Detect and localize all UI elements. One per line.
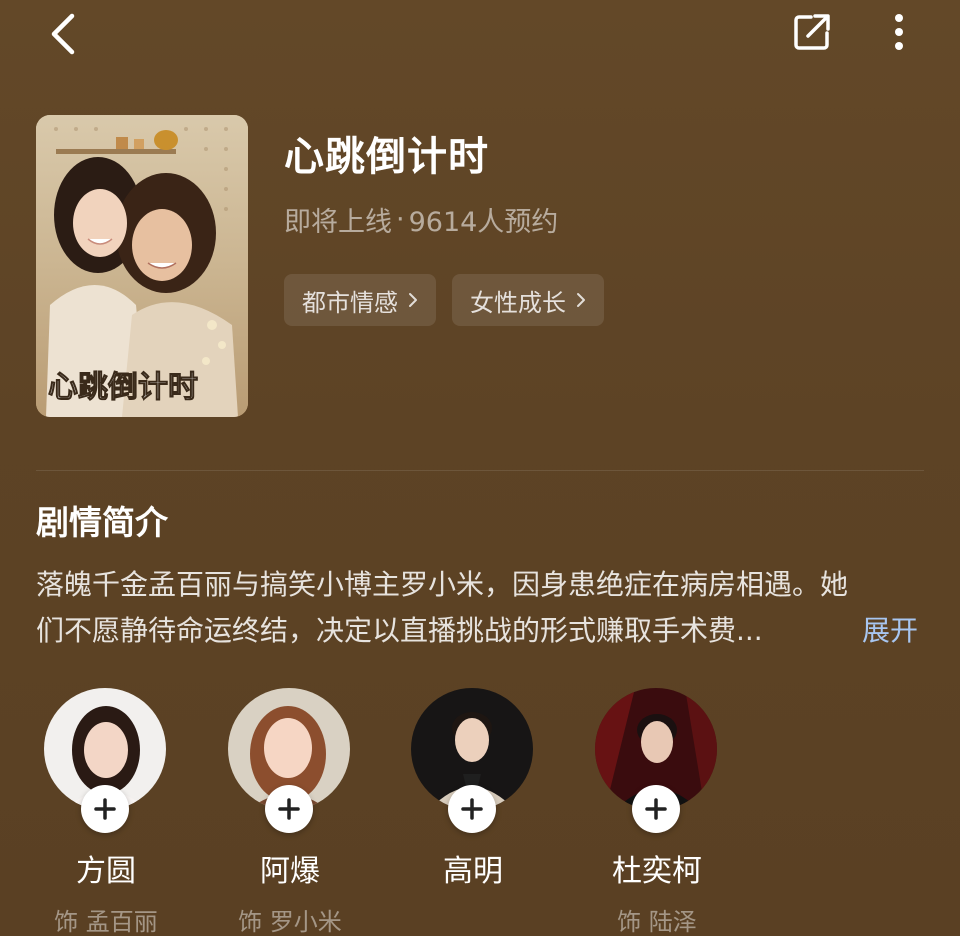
cast-member-duyike[interactable]: 杜奕柯 饰 陆泽 [587,688,737,936]
section-divider [36,470,924,471]
synopsis-text: 落魄千金孟百丽与搞笑小博主罗小米，因身患绝症在病房相遇。她 们不愿静待命运终结，… [36,562,926,654]
back-button[interactable] [34,8,90,60]
cast-name: 高明 [443,854,503,889]
plus-icon [278,798,300,820]
release-status: 即将上线 [284,207,392,238]
show-title: 心跳倒计时 [284,134,489,180]
cast-role: 饰 孟百丽 [54,908,158,936]
cast-role: 饰 陆泽 [617,908,697,936]
plus-icon [645,798,667,820]
plus-icon [461,798,483,820]
follow-button[interactable] [632,785,680,833]
expand-link[interactable]: 展开 [862,608,918,654]
follow-button[interactable] [265,785,313,833]
poster-illustration: 心跳倒计时 [36,115,248,417]
poster-image[interactable]: 心跳倒计时 [36,115,248,417]
reservation-count: 9614人预约 [408,207,559,238]
cast-name: 阿爆 [260,854,320,889]
share-button[interactable] [786,8,838,56]
synopsis-line-1: 落魄千金孟百丽与搞笑小博主罗小米，因身患绝症在病房相遇。她 [36,568,849,601]
cast-name: 方圆 [76,854,136,889]
follow-button[interactable] [81,785,129,833]
drama-detail-page: 心跳倒计时 心跳倒计时 即将上线 · 9614人预约 都市情感 女性成长 剧情简… [0,0,960,936]
status-line: 即将上线 · 9614人预约 [284,200,558,239]
plus-icon [94,798,116,820]
tag-female-growth[interactable]: 女性成长 [452,274,604,326]
tag-label: 都市情感 [302,288,398,317]
share-icon [794,14,830,50]
cast-name: 杜奕柯 [612,854,702,889]
chevron-left-icon [51,13,75,55]
chevron-right-icon [409,293,417,307]
follow-button[interactable] [448,785,496,833]
synopsis-title: 剧情简介 [36,503,168,542]
tag-urban-romance[interactable]: 都市情感 [284,274,436,326]
synopsis-line-2: 们不愿静待命运终结，决定以直播挑战的形式赚取手术费... [36,614,763,647]
cast-member-abao[interactable]: 阿爆 饰 罗小米 [220,688,370,936]
cast-role: 饰 罗小米 [238,908,342,936]
chevron-right-icon [577,293,585,307]
cast-member-gaoming[interactable]: 高明 [403,688,553,936]
cast-member-fangyuan[interactable]: 方圆 饰 孟百丽 [36,688,186,936]
poster-title: 心跳倒计时 [48,370,198,405]
separator-dot: · [396,204,405,235]
tag-label: 女性成长 [470,288,566,317]
more-vertical-icon [895,14,903,50]
more-button[interactable] [876,8,922,56]
genre-tags: 都市情感 女性成长 [284,274,604,326]
